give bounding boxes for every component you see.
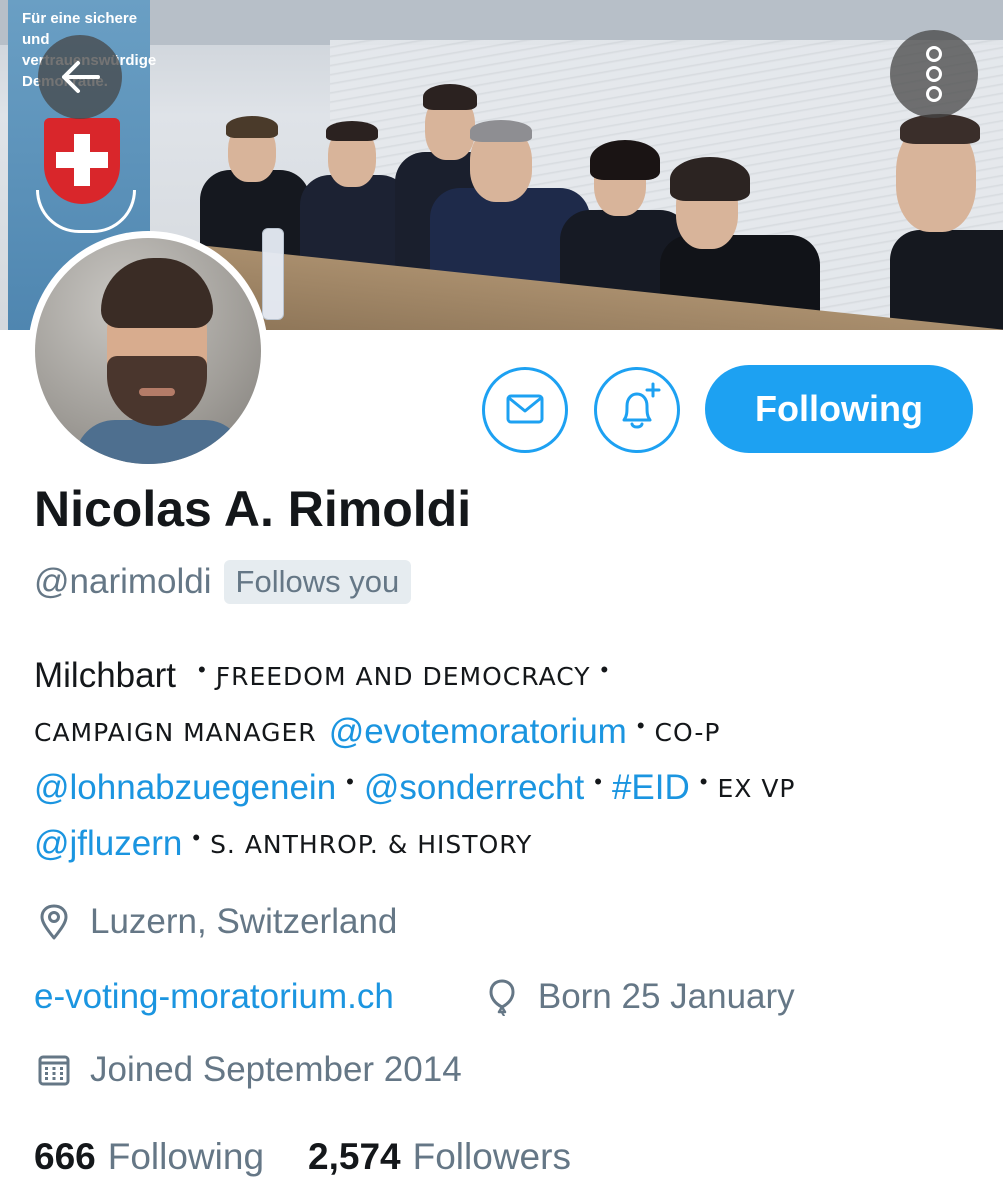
bio-text: CAMPAIGN MANAGER bbox=[34, 717, 317, 747]
avatar-photo bbox=[35, 238, 261, 464]
username-handle: @narimoldi bbox=[34, 562, 212, 601]
bio-mention-link[interactable]: @sonderrecht bbox=[364, 768, 584, 808]
vertical-ellipsis-icon bbox=[926, 86, 942, 102]
more-options-button[interactable] bbox=[890, 30, 978, 118]
avatar-mouth bbox=[139, 388, 175, 396]
bio-mention-link[interactable]: @jfluzern bbox=[34, 824, 182, 864]
bio-text: ƑREEDOM AND DEMOCRACY bbox=[215, 661, 591, 691]
message-button[interactable] bbox=[482, 367, 568, 453]
bio-separator: • bbox=[600, 657, 609, 682]
vertical-ellipsis-icon bbox=[926, 66, 942, 82]
arrow-left-icon bbox=[62, 61, 100, 93]
following-stat-link[interactable]: 666 Following bbox=[34, 1136, 264, 1178]
bio-mention-link[interactable]: @evotemoratorium bbox=[329, 712, 627, 752]
hands-icon bbox=[36, 190, 136, 233]
location-row: Luzern, Switzerland bbox=[34, 897, 397, 947]
followers-count: 2,574 bbox=[308, 1136, 401, 1177]
bio-line: @lohnabzuegenein • @sonderrecht • #EID •… bbox=[34, 760, 984, 816]
birthday-text: Born 25 January bbox=[537, 977, 795, 1016]
followers-label: Followers bbox=[412, 1136, 571, 1177]
bio-line: @jfluzern • S. ANTHROP. & HISTORY bbox=[34, 816, 984, 872]
website-birthday-row: e-voting-moratorium.ch Born 25 January bbox=[34, 972, 795, 1022]
bio-text: EX VP bbox=[717, 773, 796, 803]
display-name: Nicolas A. Rimoldi bbox=[34, 481, 472, 537]
avatar-hair bbox=[101, 258, 213, 328]
bio: Milchbart • ƑREEDOM AND DEMOCRACY • CAMP… bbox=[34, 648, 984, 872]
bio-line: CAMPAIGN MANAGER @evotemoratorium • CO-P bbox=[34, 704, 984, 760]
bio-text: S. ANTHROP. & HISTORY bbox=[210, 829, 533, 859]
joined-row: Joined September 2014 bbox=[34, 1045, 462, 1095]
bio-separator: • bbox=[636, 713, 645, 738]
bell-plus-icon bbox=[622, 382, 661, 429]
website-link[interactable]: e-voting-moratorium.ch bbox=[34, 977, 394, 1017]
avatar[interactable] bbox=[28, 231, 268, 471]
following-count: 666 bbox=[34, 1136, 96, 1177]
joined-text: Joined September 2014 bbox=[90, 1050, 462, 1089]
avatar-shirt bbox=[75, 420, 245, 464]
followers-stat-link[interactable]: 2,574 Followers bbox=[308, 1136, 571, 1178]
follow-stats: 666 Following 2,574 Followers bbox=[34, 1132, 615, 1182]
following-button[interactable]: Following bbox=[705, 365, 973, 453]
location-pin-icon bbox=[40, 904, 68, 940]
follows-you-badge: Follows you bbox=[223, 560, 412, 604]
bio-separator: • bbox=[197, 657, 206, 682]
following-label: Following bbox=[107, 1136, 265, 1177]
bio-separator: • bbox=[192, 825, 201, 850]
notifications-button[interactable] bbox=[594, 367, 680, 453]
vertical-ellipsis-icon bbox=[926, 46, 942, 62]
envelope-icon bbox=[506, 394, 544, 424]
bio-text: CO-P bbox=[654, 717, 721, 747]
bio-mention-link[interactable]: @lohnabzuegenein bbox=[34, 768, 336, 808]
bio-separator: • bbox=[699, 769, 708, 794]
calendar-icon bbox=[38, 1055, 70, 1086]
bio-hashtag-link[interactable]: #EID bbox=[612, 768, 690, 808]
bio-text: Milchbart bbox=[34, 656, 176, 695]
handle-row: @narimoldi Follows you bbox=[34, 558, 412, 606]
bio-separator: • bbox=[594, 769, 602, 794]
banner-bottle bbox=[262, 228, 284, 320]
back-button[interactable] bbox=[38, 35, 122, 119]
bio-line: Milchbart • ƑREEDOM AND DEMOCRACY • bbox=[34, 648, 984, 704]
balloon-icon bbox=[489, 979, 515, 1017]
location-text: Luzern, Switzerland bbox=[90, 902, 398, 941]
bio-separator: • bbox=[346, 769, 354, 794]
